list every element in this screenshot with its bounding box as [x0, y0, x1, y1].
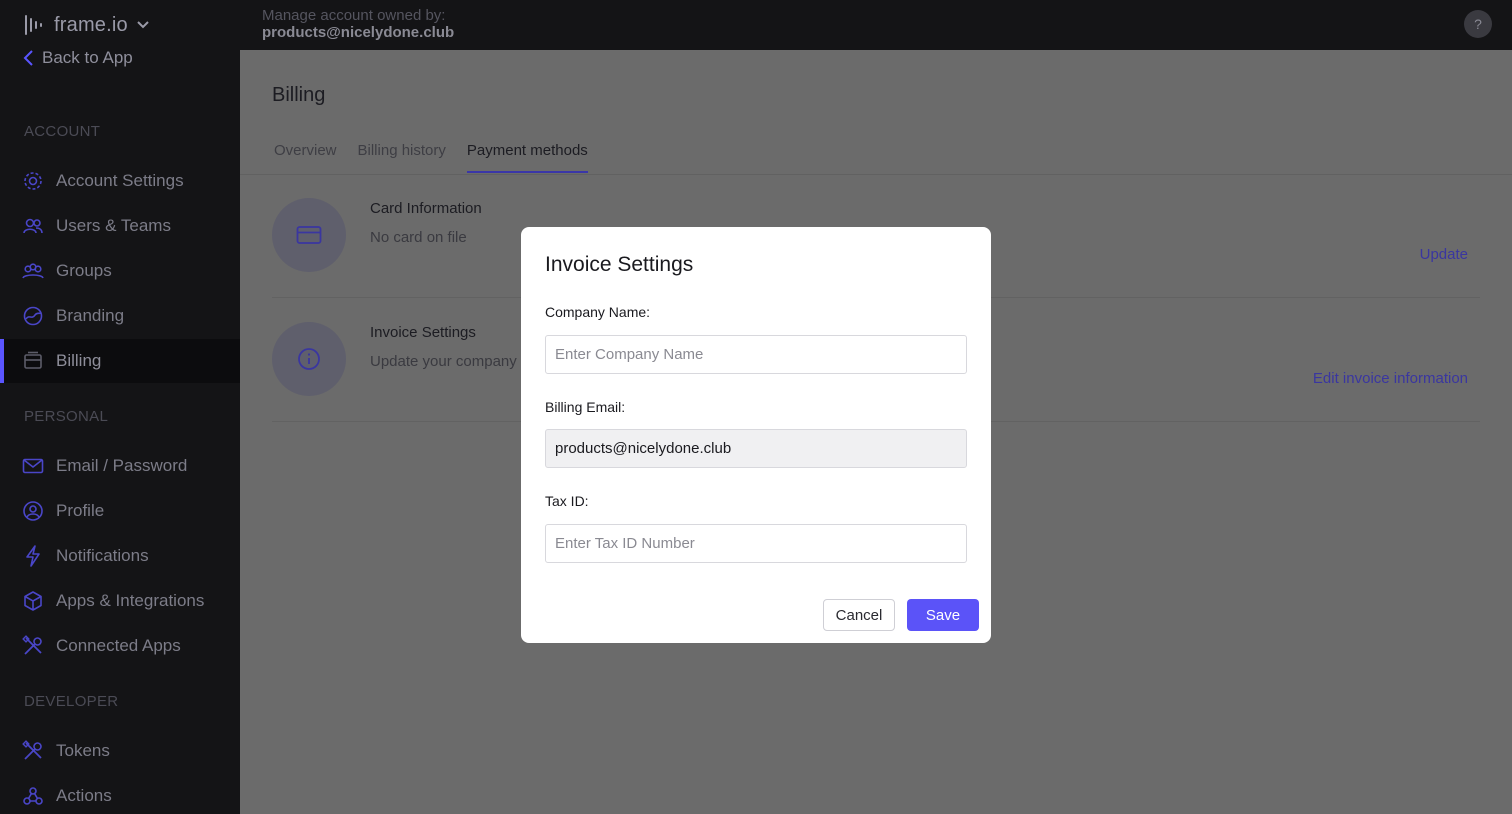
palette-icon	[22, 305, 44, 327]
logo-text: frame.io	[54, 13, 128, 36]
sidebar-item-apps-integrations[interactable]: Apps & Integrations	[0, 579, 240, 623]
section-label-developer: DEVELOPER	[24, 693, 119, 710]
tab-overview[interactable]: Overview	[274, 142, 337, 173]
sidebar-item-label: Branding	[56, 306, 125, 325]
sidebar-item-label: Users & Teams	[56, 216, 171, 235]
gear-icon	[22, 170, 44, 192]
edit-invoice-information-link[interactable]: Edit invoice information	[1313, 370, 1468, 387]
profile-icon	[22, 500, 44, 522]
sidebar-item-label: Tokens	[56, 741, 110, 760]
sidebar-item-label: Email / Password	[56, 456, 188, 475]
save-button[interactable]: Save	[907, 599, 979, 631]
sidebar-item-notifications[interactable]: Notifications	[0, 534, 240, 578]
company-name-label: Company Name:	[545, 304, 651, 320]
users-icon	[22, 215, 44, 237]
billing-tabs: Overview Billing history Payment methods	[274, 142, 588, 173]
sidebar-item-account-settings[interactable]: Account Settings	[0, 159, 240, 203]
bolt-icon	[22, 545, 44, 567]
sidebar-item-email-password[interactable]: Email / Password	[0, 444, 240, 488]
card-information-title: Card Information	[370, 200, 482, 217]
help-button[interactable]: ?	[1464, 10, 1492, 38]
invoice-settings-modal: Invoice Settings Company Name: Billing E…	[521, 227, 991, 643]
chevron-down-icon[interactable]	[136, 20, 150, 30]
envelope-icon	[22, 455, 44, 477]
invoice-settings-title: Invoice Settings	[370, 324, 476, 341]
sidebar-item-label: Groups	[56, 261, 112, 280]
tax-id-label: Tax ID:	[545, 493, 589, 509]
sidebar-item-profile[interactable]: Profile	[0, 489, 240, 533]
owned-by-label: Manage account owned by:	[262, 7, 446, 24]
back-to-app-link[interactable]: Back to App	[22, 48, 133, 68]
sidebar-item-label: Profile	[56, 501, 105, 520]
sidebar-item-label: Account Settings	[56, 171, 184, 190]
info-icon	[272, 322, 346, 396]
tax-id-input[interactable]	[545, 524, 967, 563]
billing-icon	[22, 350, 44, 372]
sidebar-item-label: Billing	[56, 351, 102, 370]
billing-email-field[interactable]	[545, 429, 967, 468]
tab-payment-methods[interactable]: Payment methods	[466, 142, 588, 173]
sidebar: frame.io Back to App ACCOUNT Account Set…	[0, 0, 240, 814]
cancel-button[interactable]: Cancel	[823, 599, 895, 631]
sidebar-item-users-teams[interactable]: Users & Teams	[0, 204, 240, 248]
billing-email-label: Billing Email:	[545, 399, 626, 415]
credit-card-icon	[272, 198, 346, 272]
logo[interactable]: frame.io	[24, 12, 150, 38]
top-bar: Manage account owned by: products@nicely…	[240, 0, 1512, 50]
company-name-input[interactable]	[545, 335, 967, 374]
sidebar-item-label: Apps & Integrations	[56, 591, 205, 610]
sidebar-item-connected-apps[interactable]: Connected Apps	[0, 624, 240, 668]
tab-billing-history[interactable]: Billing history	[358, 142, 446, 173]
groups-icon	[22, 260, 44, 282]
back-to-app-label: Back to App	[42, 48, 133, 67]
section-label-personal: PERSONAL	[24, 408, 109, 425]
update-card-link[interactable]: Update	[1420, 246, 1468, 263]
chevron-left-icon	[23, 50, 33, 66]
sidebar-item-label: Connected Apps	[56, 636, 181, 655]
webhook-icon	[22, 785, 44, 807]
owner-email: products@nicelydone.club	[262, 24, 455, 41]
frameio-logo-icon	[25, 15, 42, 35]
sidebar-item-actions[interactable]: Actions	[0, 774, 240, 814]
section-label-account: ACCOUNT	[24, 123, 101, 140]
tools-icon	[22, 740, 44, 762]
tools-icon	[22, 635, 44, 657]
sidebar-item-tokens[interactable]: Tokens	[0, 729, 240, 773]
cube-icon	[22, 590, 44, 612]
sidebar-item-billing[interactable]: Billing	[0, 339, 240, 383]
card-information-subtitle: No card on file	[370, 229, 467, 246]
sidebar-item-groups[interactable]: Groups	[0, 249, 240, 293]
sidebar-item-label: Actions	[56, 786, 112, 805]
page-title: Billing	[272, 84, 326, 106]
sidebar-item-label: Notifications	[56, 546, 149, 565]
sidebar-item-branding[interactable]: Branding	[0, 294, 240, 338]
modal-title: Invoice Settings	[545, 253, 694, 276]
